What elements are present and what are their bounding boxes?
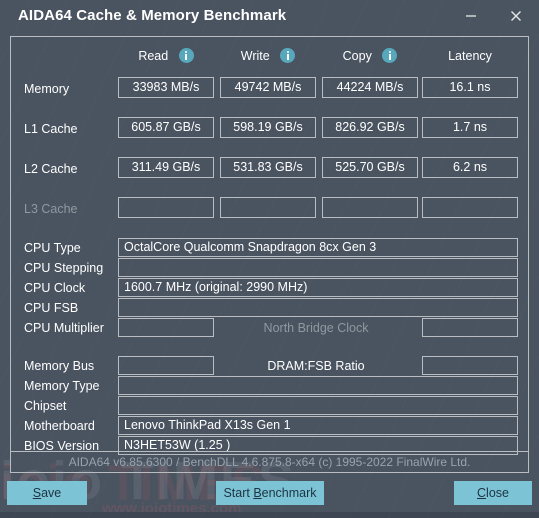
column-header-write: Write xyxy=(220,48,316,64)
start-label-rest: enchmark xyxy=(261,486,317,500)
title-bar: AIDA64 Cache & Memory Benchmark xyxy=(0,0,539,33)
write-info-icon[interactable] xyxy=(280,48,296,64)
close-accel: C xyxy=(477,486,487,500)
dram-fsb-ratio-label: DRAM:FSB Ratio xyxy=(267,359,365,373)
cpu-multiplier-value xyxy=(118,318,214,337)
window-title: AIDA64 Cache & Memory Benchmark xyxy=(18,7,287,24)
start-benchmark-button[interactable]: Start Benchmark xyxy=(216,481,324,505)
cell-l2-read: 311.49 GB/s xyxy=(118,157,214,178)
motherboard-label: Motherboard xyxy=(24,419,95,433)
save-label-rest: ave xyxy=(41,486,62,500)
cell-memory-write: 49742 MB/s xyxy=(220,77,316,98)
close-label-rest: lose xyxy=(486,486,509,500)
start-accel: B xyxy=(253,486,262,500)
read-info-icon[interactable] xyxy=(178,48,194,64)
dram-fsb-ratio-value xyxy=(422,356,518,375)
cell-memory-latency: 16.1 ns xyxy=(422,77,518,98)
minimize-button[interactable] xyxy=(458,4,484,28)
cpu-fsb-value xyxy=(118,298,518,317)
cell-l3-read xyxy=(118,197,214,218)
close-button[interactable] xyxy=(503,4,529,28)
row-label-l2-cache: L2 Cache xyxy=(24,162,78,176)
cell-l2-copy: 525.70 GB/s xyxy=(322,157,418,178)
cpu-fsb-label: CPU FSB xyxy=(24,301,79,315)
cpu-multiplier-label: CPU Multiplier xyxy=(24,321,104,335)
cell-memory-copy: 44224 MB/s xyxy=(322,77,418,98)
footer-divider xyxy=(11,451,528,452)
cell-l3-latency xyxy=(422,197,518,218)
cell-l1-latency: 1.7 ns xyxy=(422,117,518,138)
chipset-value xyxy=(118,396,518,415)
cell-l2-write: 531.83 GB/s xyxy=(220,157,316,178)
start-label-prefix: Start xyxy=(223,486,254,500)
cell-l1-write: 598.19 GB/s xyxy=(220,117,316,138)
main-panel: Read Write Copy Latency Memory 33983 MB/… xyxy=(10,36,529,473)
chipset-label: Chipset xyxy=(24,399,67,413)
motherboard-value: Lenovo ThinkPad X13s Gen 1 xyxy=(118,416,518,435)
cell-l2-latency: 6.2 ns xyxy=(422,157,518,178)
close-icon xyxy=(511,11,521,21)
row-label-l3-cache: L3 Cache xyxy=(24,202,78,216)
column-header-write-label: Write xyxy=(240,48,270,63)
close-dialog-button[interactable]: Close xyxy=(454,481,532,505)
column-header-read-label: Read xyxy=(138,48,169,63)
copy-info-icon[interactable] xyxy=(382,48,398,64)
cpu-stepping-label: CPU Stepping xyxy=(24,261,104,275)
minimize-icon xyxy=(466,15,476,17)
cpu-stepping-value xyxy=(118,258,518,277)
save-accel: S xyxy=(32,486,42,500)
memory-type-label: Memory Type xyxy=(24,379,100,393)
column-header-read: Read xyxy=(118,48,214,64)
column-header-copy-label: Copy xyxy=(342,48,372,63)
cpu-clock-value: 1600.7 MHz (original: 2990 MHz) xyxy=(118,278,518,297)
cell-l3-write xyxy=(220,197,316,218)
save-button[interactable]: Save xyxy=(7,481,87,505)
column-header-latency: Latency xyxy=(422,48,518,63)
north-bridge-clock-label: North Bridge Clock xyxy=(263,321,369,335)
cpu-clock-label: CPU Clock xyxy=(24,281,86,295)
cell-l1-copy: 826.92 GB/s xyxy=(322,117,418,138)
column-header-latency-label: Latency xyxy=(448,48,492,63)
north-bridge-clock-value xyxy=(422,318,518,337)
cell-memory-read: 33983 MB/s xyxy=(118,77,214,98)
row-label-memory: Memory xyxy=(24,82,70,96)
row-label-l1-cache: L1 Cache xyxy=(24,122,78,136)
cell-l3-copy xyxy=(322,197,418,218)
cpu-type-value: OctalCore Qualcomm Snapdragon 8cx Gen 3 xyxy=(118,238,518,257)
memory-type-value xyxy=(118,376,518,395)
cell-l1-read: 605.87 GB/s xyxy=(118,117,214,138)
footer-credits: AIDA64 v6.85.6300 / BenchDLL 4.6.875.8-x… xyxy=(68,455,471,469)
bios-version-value: N3HET53W (1.25 ) xyxy=(118,436,518,455)
column-header-copy: Copy xyxy=(322,48,418,64)
memory-bus-label: Memory Bus xyxy=(24,359,95,373)
cpu-type-label: CPU Type xyxy=(24,241,81,255)
bottom-strip xyxy=(0,512,539,518)
memory-bus-value xyxy=(118,356,214,375)
